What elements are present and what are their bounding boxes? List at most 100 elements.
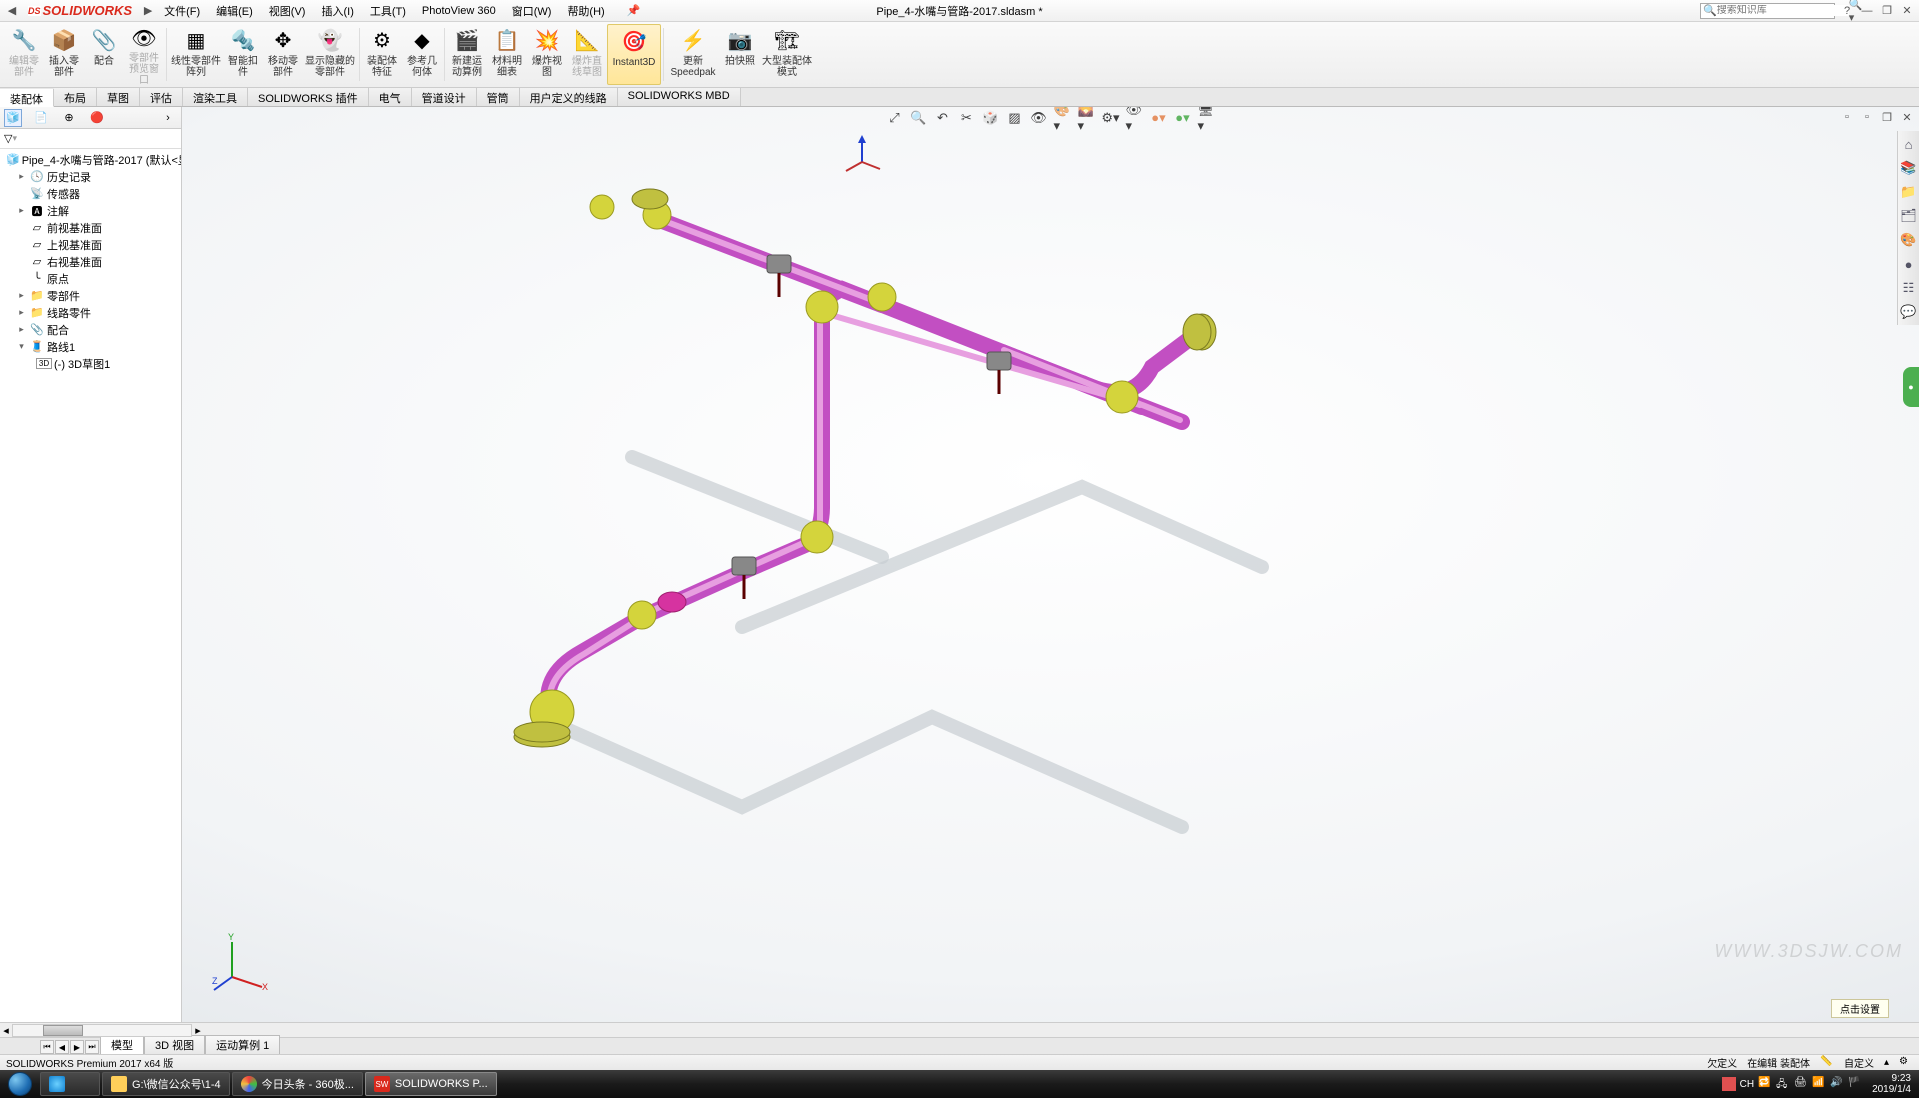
taskbar-pinned-1[interactable] xyxy=(40,1072,100,1096)
feature-tree[interactable]: 🧊Pipe_4-水嘴与管路-2017 (默认<显示状 ▸🕓历史记录 📡传感器 ▸… xyxy=(0,149,181,1022)
preview-window-button[interactable]: 👁零部件预览窗口 xyxy=(124,24,164,85)
tray-clock[interactable]: 9:23 2019/1/4 xyxy=(1872,1073,1911,1095)
tab-user-route[interactable]: 用户定义的线路 xyxy=(520,88,618,106)
nav-fwd[interactable]: ▶ xyxy=(140,3,156,19)
tab-addins[interactable]: SOLIDWORKS 插件 xyxy=(248,88,369,106)
tray-icon-1[interactable] xyxy=(1722,1077,1736,1091)
tab-sketch[interactable]: 草图 xyxy=(97,88,140,106)
help-button[interactable]: ? xyxy=(1839,3,1855,19)
search-box[interactable]: 🔍 🔍▾ xyxy=(1700,3,1835,19)
status-custom[interactable]: 自定义 xyxy=(1844,1055,1874,1070)
sheet-nav-next-icon[interactable]: ▶ xyxy=(70,1040,84,1054)
tree-history[interactable]: ▸🕓历史记录 xyxy=(0,168,181,185)
menu-window[interactable]: 窗口(W) xyxy=(504,3,560,19)
status-unit-icon[interactable]: 📏 xyxy=(1820,1056,1834,1070)
exploded-view-button[interactable]: 💥爆炸视图 xyxy=(527,24,567,85)
route-icon: 🧵 xyxy=(29,340,45,353)
taskbar-solidworks[interactable]: SWSOLIDWORKS P... xyxy=(365,1072,497,1096)
popup-hint[interactable]: 点击设置 xyxy=(1831,999,1889,1018)
assembly-features-button[interactable]: ⚙装配体特征 xyxy=(362,24,402,85)
large-assembly-button[interactable]: 🏗大型装配体模式 xyxy=(760,24,814,85)
property-manager-tab-icon[interactable]: 📄 xyxy=(32,109,50,127)
show-hidden-button[interactable]: 👻显示隐藏的零部件 xyxy=(303,24,357,85)
menu-help[interactable]: 帮助(H) xyxy=(559,3,612,19)
configuration-manager-tab-icon[interactable]: ⊕ xyxy=(60,109,78,127)
tray-icon-3[interactable]: 🖧 xyxy=(1776,1077,1790,1091)
tray-flag-icon[interactable]: 🏴 xyxy=(1848,1077,1862,1091)
mate-button[interactable]: 📎配合 xyxy=(84,24,124,85)
sheet-nav-prev-icon[interactable]: ◀ xyxy=(55,1040,69,1054)
taskbar-explorer[interactable]: G:\微信公众号\1-4 xyxy=(102,1072,230,1096)
sheet-tab-motion[interactable]: 运动算例 1 xyxy=(205,1035,280,1054)
new-motion-study-button[interactable]: 🎬新建运动算例 xyxy=(447,24,487,85)
sheet-tab-model[interactable]: 模型 xyxy=(100,1035,144,1054)
sheet-nav-last-icon[interactable]: ⏭ xyxy=(85,1040,99,1054)
tree-filter-bar[interactable]: ▽▾ xyxy=(0,129,181,149)
feature-manager-tab-icon[interactable]: 🧊 xyxy=(4,109,22,127)
bom-button[interactable]: 📋材料明细表 xyxy=(487,24,527,85)
insert-component-button[interactable]: 📦插入零部件 xyxy=(44,24,84,85)
sheet-tab-3dview[interactable]: 3D 视图 xyxy=(144,1035,205,1054)
tab-layout[interactable]: 布局 xyxy=(54,88,97,106)
tree-root[interactable]: 🧊Pipe_4-水嘴与管路-2017 (默认<显示状 xyxy=(0,151,181,168)
tray-icon-4[interactable]: 🖨 xyxy=(1794,1077,1808,1091)
close-button[interactable]: ✕ xyxy=(1899,3,1915,19)
explode-line-sketch-button[interactable]: 📐爆炸直线草图 xyxy=(567,24,607,85)
restore-button[interactable]: ❐ xyxy=(1879,3,1895,19)
menu-pin-icon[interactable]: 📌 xyxy=(619,4,649,17)
nav-back[interactable]: ◀ xyxy=(4,3,20,19)
tab-mbd[interactable]: SOLIDWORKS MBD xyxy=(618,88,741,106)
ribbon-toolbar: 🔧编辑零部件 📦插入零部件 📎配合 👁零部件预览窗口 ▦线性零部件阵列 🔩智能扣… xyxy=(0,22,1919,88)
tab-evaluate[interactable]: 评估 xyxy=(140,88,183,106)
menu-photoview[interactable]: PhotoView 360 xyxy=(414,5,504,17)
tab-tubing[interactable]: 管筒 xyxy=(477,88,520,106)
tree-expand-icon[interactable]: › xyxy=(159,109,177,127)
start-button[interactable] xyxy=(2,1070,38,1098)
menu-edit[interactable]: 编辑(E) xyxy=(208,3,261,19)
tree-annotations[interactable]: ▸🅰注解 xyxy=(0,202,181,219)
scrollbar-thumb[interactable] xyxy=(43,1025,83,1036)
instant3d-button[interactable]: 🎯Instant3D xyxy=(607,24,661,85)
taskbar-toutiao[interactable]: 今日头条 - 360极... xyxy=(232,1072,363,1096)
edit-component-button[interactable]: 🔧编辑零部件 xyxy=(4,24,44,85)
tab-render[interactable]: 渲染工具 xyxy=(183,88,248,106)
tab-piping[interactable]: 管道设计 xyxy=(412,88,477,106)
view-triad[interactable]: Y X Z xyxy=(212,932,272,992)
tree-route1[interactable]: ▾🧵路线1 xyxy=(0,338,181,355)
dimxpert-manager-tab-icon[interactable]: 🔴 xyxy=(88,109,106,127)
move-component-button[interactable]: ✥移动零部件 xyxy=(263,24,303,85)
tree-route-parts[interactable]: ▸📁线路零件 xyxy=(0,304,181,321)
tab-assembly[interactable]: 装配体 xyxy=(0,89,54,107)
tree-3dsketch1[interactable]: 3D(-) 3D草图1 xyxy=(0,355,181,372)
smart-fasteners-button[interactable]: 🔩智能扣件 xyxy=(223,24,263,85)
reference-geometry-button[interactable]: ◆参考几何体 xyxy=(402,24,442,85)
sheet-nav-first-icon[interactable]: ⏮ xyxy=(40,1040,54,1054)
tree-components[interactable]: ▸📁零部件 xyxy=(0,287,181,304)
menu-insert[interactable]: 插入(I) xyxy=(313,3,361,19)
tree-top-plane[interactable]: ▱上视基准面 xyxy=(0,236,181,253)
tree-mates[interactable]: ▸📎配合 xyxy=(0,321,181,338)
graphics-viewport[interactable]: ⤢ 🔍 ↶ ✂ 🎲 ▨ 👁 🎨▾ 🌄▾ ⚙▾ 👁▾ ●▾ ●▾ 🖥▾ ▫ ▫ ❐… xyxy=(182,107,1919,1022)
tree-sensors[interactable]: 📡传感器 xyxy=(0,185,181,202)
status-rebuild-icon[interactable]: ⚙ xyxy=(1899,1056,1913,1070)
update-speedpak-button[interactable]: ⚡更新Speedpak xyxy=(666,24,720,85)
tray-icon-2[interactable]: 🔁 xyxy=(1758,1077,1772,1091)
tray-volume-icon[interactable]: 🔊 xyxy=(1830,1077,1844,1091)
tree-front-plane[interactable]: ▱前视基准面 xyxy=(0,219,181,236)
snapshot-button[interactable]: 📷拍快照 xyxy=(720,24,760,85)
status-dropdown-icon[interactable]: ▴ xyxy=(1884,1057,1889,1068)
history-icon: 🕓 xyxy=(29,170,45,183)
menu-tools[interactable]: 工具(T) xyxy=(362,3,414,19)
status-version: SOLIDWORKS Premium 2017 x64 版 xyxy=(6,1055,173,1070)
search-input[interactable] xyxy=(1717,5,1849,16)
tray-lang[interactable]: CH xyxy=(1740,1079,1754,1090)
menu-file[interactable]: 文件(F) xyxy=(156,3,208,19)
tab-electrical[interactable]: 电气 xyxy=(369,88,412,106)
tree-origin[interactable]: ╰原点 xyxy=(0,270,181,287)
tray-icon-5[interactable]: 📶 xyxy=(1812,1077,1826,1091)
linear-pattern-button[interactable]: ▦线性零部件阵列 xyxy=(169,24,223,85)
tree-right-plane[interactable]: ▱右视基准面 xyxy=(0,253,181,270)
tree-horizontal-scrollbar[interactable]: ◂ ▸ xyxy=(0,1022,1919,1037)
minimize-button[interactable]: — xyxy=(1859,3,1875,19)
menu-view[interactable]: 视图(V) xyxy=(261,3,314,19)
